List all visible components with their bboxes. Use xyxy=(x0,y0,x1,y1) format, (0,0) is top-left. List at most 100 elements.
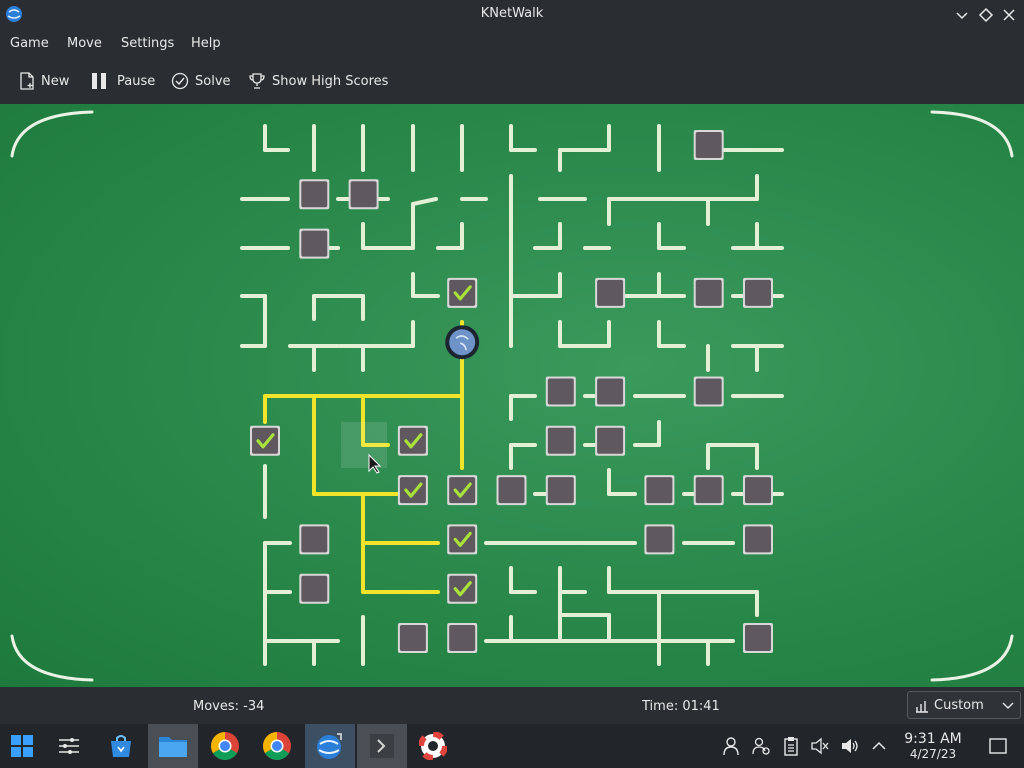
terminal-screen xyxy=(646,477,673,504)
terminal-disconnected[interactable] xyxy=(693,277,724,308)
store-icon xyxy=(111,735,131,757)
help-lifebuoy-icon xyxy=(419,732,447,760)
start-menu-button[interactable] xyxy=(0,724,50,768)
terminal-screen xyxy=(301,526,328,553)
terminal-screen xyxy=(745,625,771,651)
terminal-disconnected[interactable] xyxy=(545,475,576,506)
terminal-disconnected[interactable] xyxy=(743,623,773,653)
terminal-disconnected[interactable] xyxy=(693,475,724,506)
terminal-disconnected[interactable] xyxy=(299,573,330,604)
terminal-disconnected[interactable] xyxy=(348,179,379,210)
terminal-connected[interactable] xyxy=(447,475,478,506)
terminal-disconnected[interactable] xyxy=(595,376,626,407)
terminal-screen xyxy=(399,427,426,454)
terminal-disconnected[interactable] xyxy=(545,376,576,407)
taskbar-terminal[interactable] xyxy=(357,724,407,768)
chevron-up-icon[interactable] xyxy=(869,736,889,756)
taskbar: 9:31 AM 4/27/23 xyxy=(0,724,1024,768)
menu-move[interactable]: Move xyxy=(67,36,102,51)
volume-icon[interactable] xyxy=(840,736,860,756)
terminal-screen xyxy=(695,132,722,158)
terminal-screen xyxy=(695,378,722,405)
maximize-icon[interactable] xyxy=(977,6,995,24)
clipboard-icon[interactable] xyxy=(781,736,801,756)
clock-time: 9:31 AM xyxy=(904,731,962,747)
terminal-connected[interactable] xyxy=(250,425,280,456)
hover-highlight xyxy=(341,422,387,468)
solve-label: Solve xyxy=(195,74,231,89)
trophy-icon xyxy=(249,73,265,89)
terminal-disconnected[interactable] xyxy=(299,524,330,555)
terminal-disconnected[interactable] xyxy=(644,475,675,506)
terminal-connected[interactable] xyxy=(447,573,478,604)
terminal-disconnected[interactable] xyxy=(595,425,626,456)
status-bar: Moves: -34 Time: 01:41 xyxy=(0,688,1024,724)
terminal-screen xyxy=(449,526,476,553)
terminal-disconnected[interactable] xyxy=(693,376,724,407)
terminal-disconnected[interactable] xyxy=(644,524,675,555)
show-high-scores-label: Show High Scores xyxy=(272,74,389,89)
terminal-disconnected[interactable] xyxy=(447,623,478,653)
terminal-disconnected[interactable] xyxy=(595,277,626,308)
terminal-disconnected[interactable] xyxy=(299,179,330,210)
users-icon[interactable] xyxy=(751,736,771,756)
show-desktop-icon[interactable] xyxy=(988,736,1008,756)
terminal-screen xyxy=(547,477,574,504)
terminal-disconnected[interactable] xyxy=(743,277,773,308)
clock[interactable]: 9:31 AM 4/27/23 xyxy=(896,731,970,762)
terminal-connected[interactable] xyxy=(397,475,428,506)
title-bar: KNetWalk xyxy=(0,0,1024,29)
pause-label: Pause xyxy=(117,74,156,89)
terminal-disconnected[interactable] xyxy=(496,475,527,506)
terminal-disconnected[interactable] xyxy=(545,425,576,456)
menu-help[interactable]: Help xyxy=(191,36,221,51)
server-globe xyxy=(449,329,476,356)
terminal-icon xyxy=(370,734,394,758)
minimize-icon[interactable] xyxy=(953,6,971,24)
terminal-disconnected[interactable] xyxy=(743,475,773,506)
game-board xyxy=(0,104,1024,687)
terminal-screen xyxy=(695,477,722,504)
difficulty-select[interactable]: Custom xyxy=(907,691,1021,719)
taskbar-file-manager[interactable] xyxy=(148,724,198,768)
terminal-screen xyxy=(597,279,624,306)
close-icon[interactable] xyxy=(1000,6,1018,24)
taskbar-settings[interactable] xyxy=(44,724,94,768)
terminal-screen xyxy=(449,575,476,602)
knetwalk-icon xyxy=(317,733,342,759)
menu-bar: Game Move Settings Help xyxy=(0,30,1024,58)
pause-button[interactable]: Pause xyxy=(90,70,156,94)
new-button[interactable]: New xyxy=(18,70,74,94)
solve-button[interactable]: Solve xyxy=(171,70,231,94)
server-globe-icon[interactable] xyxy=(445,325,480,360)
terminal-screen xyxy=(745,526,771,553)
wire-segment xyxy=(411,197,438,206)
board-canvas xyxy=(10,110,1014,682)
terminal-connected[interactable] xyxy=(447,277,478,308)
taskbar-chrome-2[interactable] xyxy=(252,724,302,768)
terminal-screen xyxy=(301,575,328,602)
taskbar-knetwalk[interactable] xyxy=(305,724,355,768)
settings-sliders-icon xyxy=(59,738,79,754)
user-icon[interactable] xyxy=(721,736,741,756)
terminal-disconnected[interactable] xyxy=(743,524,773,555)
menu-game[interactable]: Game xyxy=(10,36,49,51)
taskbar-help[interactable] xyxy=(408,724,458,768)
terminal-screen xyxy=(597,378,624,405)
terminal-screen xyxy=(695,279,722,306)
terminal-disconnected[interactable] xyxy=(299,228,330,259)
terminal-screen xyxy=(449,477,476,504)
terminal-disconnected[interactable] xyxy=(397,623,428,653)
terminal-connected[interactable] xyxy=(447,524,478,555)
mute-icon[interactable] xyxy=(810,736,830,756)
show-high-scores-button[interactable]: Show High Scores xyxy=(248,70,388,94)
terminal-screen xyxy=(449,625,476,651)
toolbar: New Pause Solve Show High Scores xyxy=(0,62,1024,102)
taskbar-store[interactable] xyxy=(96,724,146,768)
difficulty-value: Custom xyxy=(934,698,984,713)
terminal-connected[interactable] xyxy=(397,425,428,456)
menu-settings[interactable]: Settings xyxy=(121,36,174,51)
pause-icon xyxy=(92,73,106,89)
taskbar-chrome-1[interactable] xyxy=(200,724,250,768)
terminal-disconnected[interactable] xyxy=(693,130,724,160)
